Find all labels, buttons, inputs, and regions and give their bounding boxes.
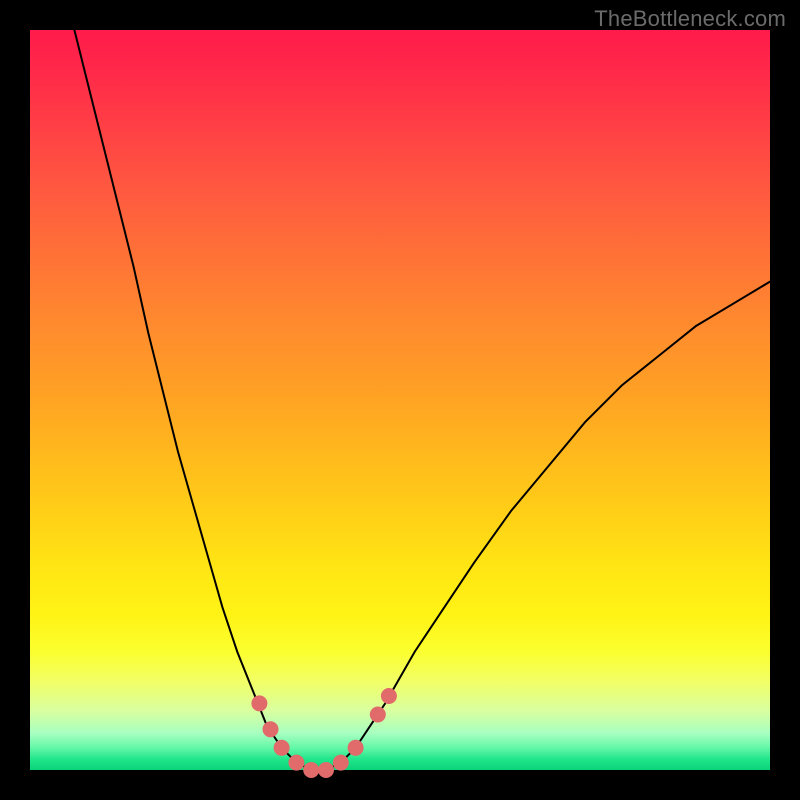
chart-frame (30, 30, 770, 770)
curve-marker (348, 740, 364, 756)
curve-marker (263, 721, 279, 737)
chart-svg (30, 30, 770, 770)
curve-marker (381, 688, 397, 704)
curve-marker (251, 695, 267, 711)
curve-marker (318, 762, 334, 778)
curve-marker (303, 762, 319, 778)
bottleneck-curve (74, 30, 770, 770)
marker-group (251, 688, 397, 778)
curve-marker (370, 707, 386, 723)
curve-marker (333, 755, 349, 771)
curve-marker (274, 740, 290, 756)
watermark-text: TheBottleneck.com (594, 6, 786, 32)
curve-marker (288, 755, 304, 771)
